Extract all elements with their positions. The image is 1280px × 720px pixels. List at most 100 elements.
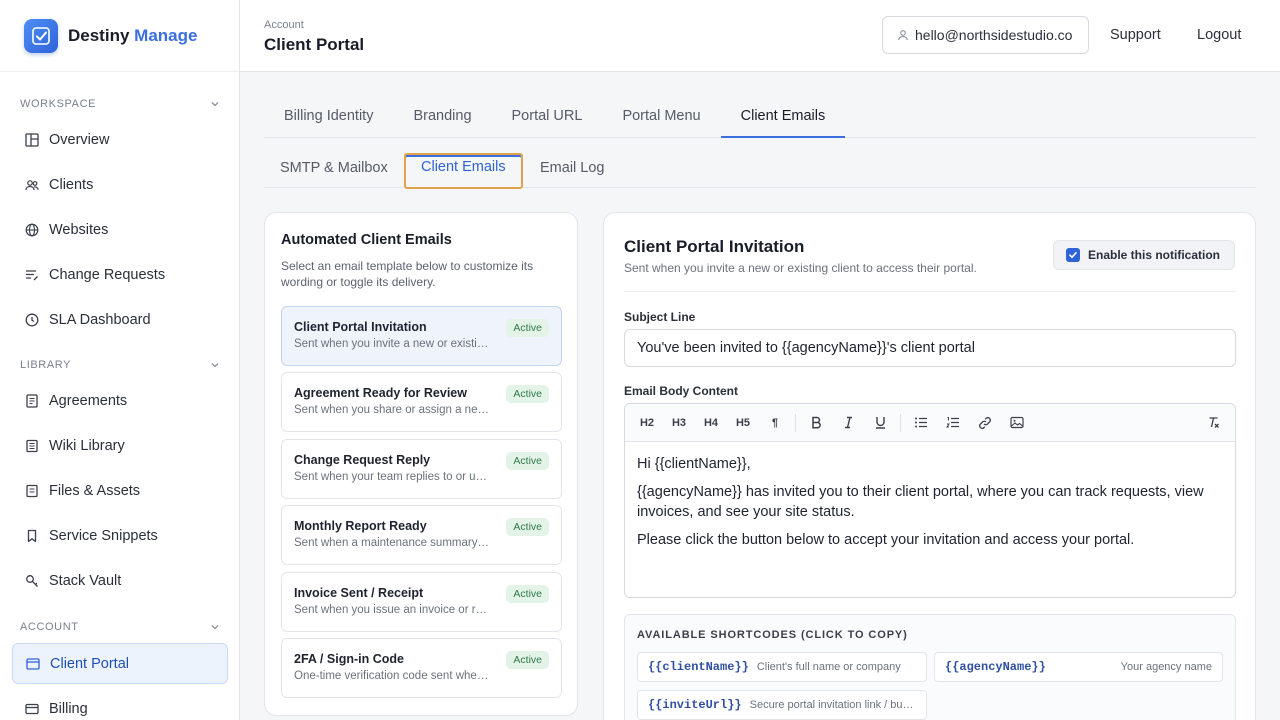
sidebar-item-service-snippets[interactable]: Service Snippets (12, 515, 228, 556)
sidebar-item-stack-vault[interactable]: Stack Vault (12, 560, 228, 601)
tab-portal-menu[interactable]: Portal Menu (602, 96, 720, 138)
templates-panel: Automated Client Emails Select an email … (264, 212, 578, 716)
italic-icon[interactable] (832, 410, 864, 436)
shortcode-description: Secure portal invitation link / button (749, 699, 916, 711)
book-icon (24, 438, 40, 454)
sidebar-item-wiki-library[interactable]: Wiki Library (12, 425, 228, 466)
tab-branding[interactable]: Branding (393, 96, 491, 138)
shortcode-description: Your agency name (1120, 661, 1212, 673)
shortcode-agency-name[interactable]: {{agencyName}} Your agency name (934, 652, 1223, 682)
chevron-down-icon (211, 363, 219, 368)
folder-icon (24, 483, 40, 499)
subject-label: Subject Line (624, 310, 696, 324)
shortcode-code: {{agencyName}} (945, 660, 1046, 674)
section-header-workspace[interactable]: WORKSPACE (0, 94, 240, 114)
sidebar-item-clients[interactable]: Clients (12, 164, 228, 205)
template-item-client-portal-invitation[interactable]: Client Portal Invitation Sent when you i… (281, 306, 562, 366)
chevron-down-icon (211, 102, 219, 107)
template-description: Sent when a maintenance summary is publi… (294, 537, 490, 549)
shortcodes-title: AVAILABLE SHORTCODES (CLICK TO COPY) (637, 629, 908, 641)
chevron-down-icon (211, 625, 219, 630)
status-badge: Active (506, 518, 549, 536)
user-account-pill[interactable]: hello@northsidestudio.co (882, 16, 1089, 54)
template-name: Change Request Reply (294, 453, 431, 467)
section-header-account[interactable]: ACCOUNT (0, 617, 240, 637)
top-header: Account Client Portal hello@northsidestu… (240, 0, 1280, 72)
image-icon[interactable] (1001, 410, 1033, 436)
heading-5-button[interactable]: H5 (727, 410, 759, 436)
enable-notification-toggle[interactable]: Enable this notification (1053, 240, 1235, 270)
subject-input[interactable] (624, 329, 1236, 367)
status-badge: Active (506, 319, 549, 337)
sidebar-item-agreements[interactable]: Agreements (12, 380, 228, 421)
subtab-email-log[interactable]: Email Log (540, 154, 604, 182)
sidebar-item-files-assets[interactable]: Files & Assets (12, 470, 228, 511)
brand[interactable]: Destiny Manage (0, 0, 239, 72)
sidebar-item-billing[interactable]: Billing (12, 688, 228, 720)
heading-3-button[interactable]: H3 (663, 410, 695, 436)
email-editor-panel: Client Portal Invitation Sent when you i… (603, 212, 1256, 720)
section-header-library[interactable]: LIBRARY (0, 355, 240, 375)
tab-portal-url[interactable]: Portal URL (492, 96, 603, 138)
templates-panel-title: Automated Client Emails (281, 232, 452, 248)
body-label: Email Body Content (624, 384, 739, 398)
enable-notification-label: Enable this notification (1088, 248, 1221, 262)
toolbar-separator (795, 413, 796, 432)
template-name: Agreement Ready for Review (294, 386, 467, 400)
sidebar-item-websites[interactable]: Websites (12, 209, 228, 250)
template-item-agreement-ready[interactable]: Agreement Ready for Review Sent when you… (281, 372, 562, 432)
window-icon (25, 656, 41, 672)
user-icon (897, 29, 909, 41)
support-link[interactable]: Support (1110, 27, 1161, 43)
template-item-invoice-sent[interactable]: Invoice Sent / Receipt Sent when you iss… (281, 572, 562, 632)
status-badge: Active (506, 585, 549, 603)
template-item-change-request-reply[interactable]: Change Request Reply Sent when your team… (281, 439, 562, 499)
clear-formatting-icon[interactable] (1197, 410, 1229, 436)
checkbox-checked-icon[interactable] (1066, 248, 1080, 262)
brand-name: Destiny Manage (68, 25, 198, 45)
template-item-monthly-report-ready[interactable]: Monthly Report Ready Sent when a mainten… (281, 505, 562, 565)
template-description: Sent when you invite a new or existing c… (294, 338, 490, 350)
tab-client-emails[interactable]: Client Emails (720, 96, 846, 138)
shortcode-invite-url[interactable]: {{inviteUrl}} Secure portal invitation l… (637, 690, 927, 720)
status-badge: Active (506, 452, 549, 470)
secondary-tabs: SMTP & Mailbox Client Emails Email Log (264, 150, 1256, 189)
key-icon (24, 573, 40, 589)
bold-icon[interactable] (800, 410, 832, 436)
subtab-smtp-mailbox[interactable]: SMTP & Mailbox (280, 154, 388, 182)
heading-2-button[interactable]: H2 (631, 410, 663, 436)
body-paragraph: Please click the button below to accept … (637, 532, 1135, 548)
template-name: Client Portal Invitation (294, 320, 427, 334)
template-item-2fa-sign-in-code[interactable]: 2FA / Sign-in Code One-time verification… (281, 638, 562, 698)
document-icon (24, 393, 40, 409)
link-icon[interactable] (969, 410, 1001, 436)
bullet-list-icon[interactable] (905, 410, 937, 436)
editor-content[interactable]: Hi {{clientName}}, {{agencyName}} has in… (625, 442, 1235, 570)
heading-4-button[interactable]: H4 (695, 410, 727, 436)
underline-icon[interactable] (864, 410, 896, 436)
body-paragraph: Hi {{clientName}}, (637, 456, 751, 472)
shortcode-client-name[interactable]: {{clientName}} Client's full name or com… (637, 652, 927, 682)
breadcrumb: Account (264, 19, 304, 31)
numbered-list-icon[interactable] (937, 410, 969, 436)
template-description: One-time verification code sent when sig… (294, 670, 490, 682)
shortcode-code: {{inviteUrl}} (648, 698, 742, 712)
editor-toolbar: H2 H3 H4 H5 ¶ (625, 404, 1235, 442)
sidebar-item-client-portal[interactable]: Client Portal (12, 643, 228, 684)
sidebar-section-workspace: WORKSPACE Overview Clients Websites Chan… (0, 94, 240, 340)
subtab-client-emails[interactable]: Client Emails (404, 153, 523, 189)
logout-link[interactable]: Logout (1197, 27, 1241, 43)
template-name: 2FA / Sign-in Code (294, 652, 404, 666)
templates-panel-description: Select an email template below to custom… (281, 259, 534, 289)
list-edit-icon (24, 267, 40, 283)
paragraph-button[interactable]: ¶ (759, 410, 791, 436)
status-badge: Active (506, 651, 549, 669)
sidebar-item-overview[interactable]: Overview (12, 119, 228, 160)
sidebar-item-sla-dashboard[interactable]: SLA Dashboard (12, 299, 228, 340)
user-email: hello@northsidestudio.co (915, 27, 1073, 43)
card-icon (24, 701, 40, 717)
editor-title: Client Portal Invitation (624, 237, 805, 256)
sidebar-item-change-requests[interactable]: Change Requests (12, 254, 228, 295)
tab-billing-identity[interactable]: Billing Identity (264, 96, 393, 138)
rich-text-editor[interactable]: H2 H3 H4 H5 ¶ Hi {{clientName}}, {{agenc… (624, 403, 1236, 598)
